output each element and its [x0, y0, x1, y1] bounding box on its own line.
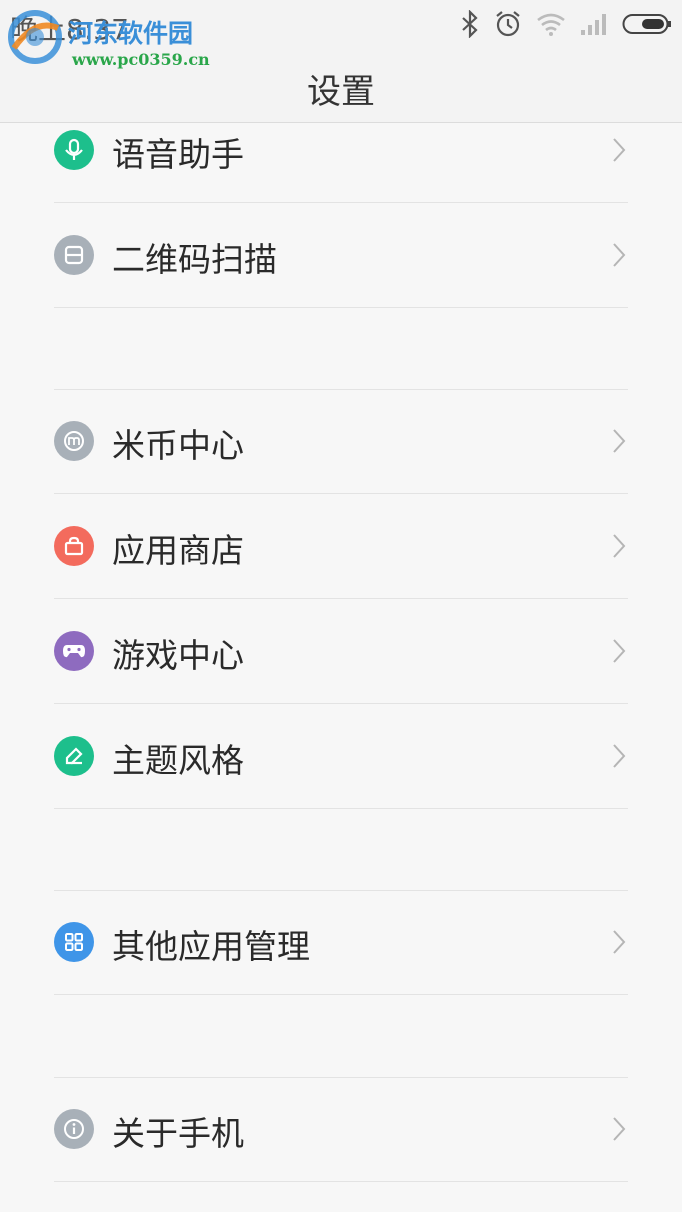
chevron-right-icon: [613, 429, 626, 453]
battery-icon: [622, 14, 671, 34]
chevron-right-icon: [613, 930, 626, 954]
chevron-right-icon: [613, 534, 626, 558]
info-icon: [54, 1109, 94, 1149]
gamepad-icon: [54, 631, 94, 671]
settings-item-about-phone[interactable]: 关于手机: [54, 1077, 628, 1182]
chevron-right-icon: [613, 1117, 626, 1141]
settings-item-label: 主题风格: [112, 741, 244, 780]
settings-item-label: 其他应用管理: [112, 927, 310, 966]
settings-item-app-store[interactable]: 应用商店: [54, 494, 628, 599]
settings-item-qr-scan[interactable]: 二维码扫描: [54, 203, 628, 308]
apps-grid-icon: [54, 922, 94, 962]
settings-item-mi-coin[interactable]: 米币中心: [54, 389, 628, 494]
settings-item-game-center[interactable]: 游戏中心: [54, 599, 628, 704]
chevron-right-icon: [613, 639, 626, 663]
watermark-name: 河东软件园: [68, 19, 194, 48]
settings-item-label: 二维码扫描: [112, 240, 277, 279]
watermark-logo-icon: [8, 10, 62, 64]
wifi-icon: [537, 13, 565, 36]
chevron-right-icon: [613, 744, 626, 768]
settings-item-label: 关于手机: [112, 1114, 244, 1153]
settings-item-label: 语音助手: [112, 135, 244, 174]
chevron-right-icon: [613, 243, 626, 267]
bluetooth-icon: [462, 10, 478, 38]
brush-icon: [54, 736, 94, 776]
status-icons: [460, 8, 672, 40]
mi-coin-icon: [54, 421, 94, 461]
settings-item-label: 应用商店: [112, 531, 244, 570]
settings-item-other-apps[interactable]: 其他应用管理: [54, 890, 628, 995]
alarm-icon: [496, 11, 520, 37]
microphone-icon: [54, 130, 94, 170]
settings-item-label: 游戏中心: [112, 636, 244, 675]
settings-item-label: 米币中心: [112, 426, 244, 465]
settings-item-themes[interactable]: 主题风格: [54, 704, 628, 809]
settings-item-voice-assistant[interactable]: 语音助手: [54, 98, 628, 203]
scan-icon: [54, 235, 94, 275]
signal-icon: [581, 14, 606, 35]
shopping-bag-icon: [54, 526, 94, 566]
chevron-right-icon: [613, 138, 626, 162]
